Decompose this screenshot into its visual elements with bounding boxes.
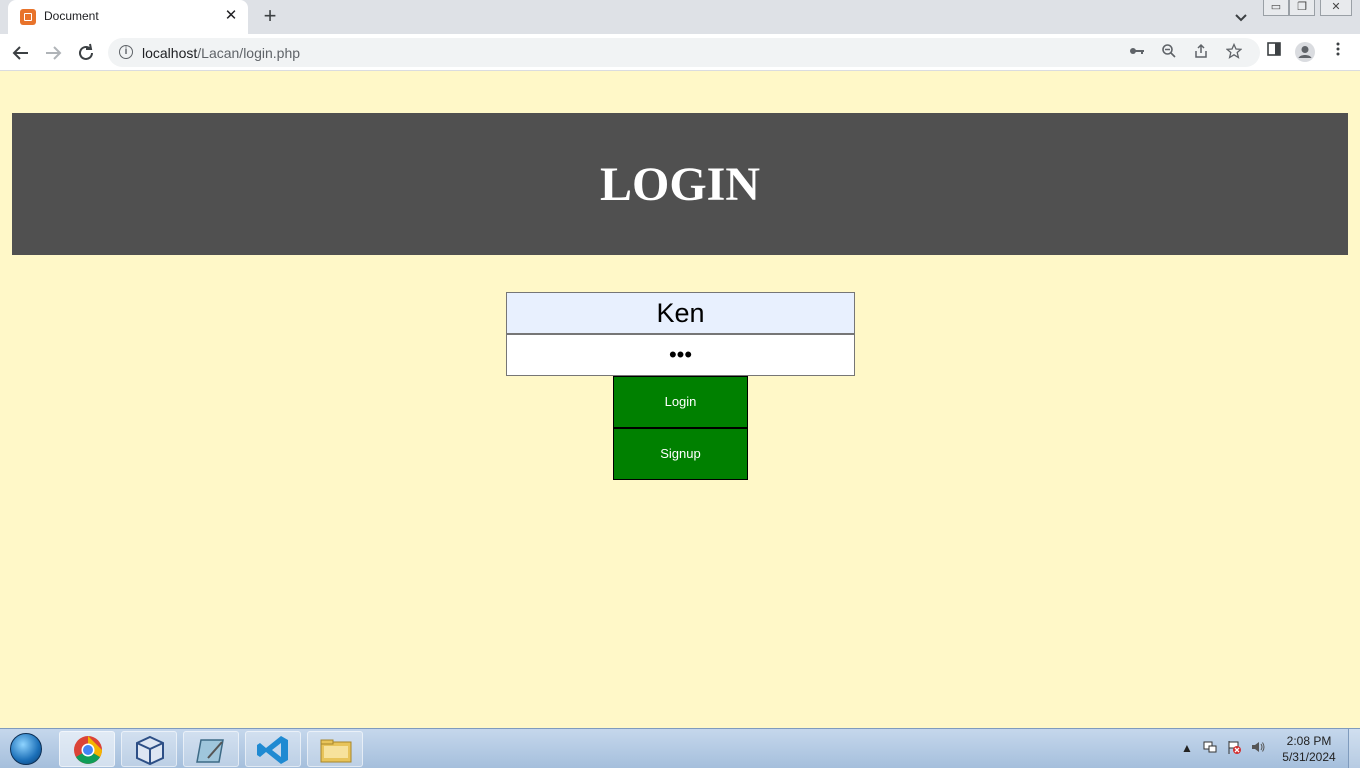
login-button[interactable]: Login <box>613 376 748 428</box>
show-desktop-button[interactable] <box>1348 729 1360 768</box>
virtualbox-taskbar-button[interactable] <box>121 731 177 767</box>
password-field[interactable] <box>506 334 855 376</box>
notepad-icon <box>196 739 224 763</box>
close-tab-icon[interactable]: ✕ <box>222 7 240 25</box>
xampp-favicon-icon <box>20 9 36 25</box>
url-host: localhost <box>142 45 198 61</box>
vscode-taskbar-button[interactable] <box>245 731 301 767</box>
minimize-icon[interactable]: ▭ <box>1263 0 1289 16</box>
restore-icon[interactable]: ❐ <box>1289 0 1315 16</box>
volume-icon[interactable] <box>1250 739 1266 757</box>
tab-strip: Document ✕ + ▭ ❐ ✕ <box>0 0 1360 34</box>
url-text[interactable]: localhost/Lacan/login.php <box>142 45 300 61</box>
show-hidden-icons-icon[interactable]: ▲ <box>1179 739 1195 757</box>
clock-time: 2:08 PM <box>1286 734 1332 748</box>
folder-icon <box>320 739 352 763</box>
box-icon <box>136 735 164 766</box>
profile-avatar-icon[interactable] <box>1293 41 1317 65</box>
reload-icon[interactable] <box>74 41 98 65</box>
chrome-icon <box>74 736 102 764</box>
start-button[interactable] <box>4 731 48 767</box>
page-title: LOGIN <box>599 158 761 211</box>
username-field[interactable] <box>506 292 855 334</box>
tab-title: Document <box>44 9 99 23</box>
tab-search-icon[interactable] <box>1230 7 1252 27</box>
username-input[interactable] <box>507 293 854 333</box>
network-icon[interactable] <box>1202 739 1218 757</box>
new-tab-button[interactable]: + <box>258 5 282 29</box>
vscode-icon <box>257 736 288 764</box>
site-info-icon[interactable]: i <box>119 45 133 59</box>
windows-logo-icon <box>10 733 42 765</box>
notepad-taskbar-button[interactable] <box>183 731 239 767</box>
bookmark-star-icon[interactable] <box>1224 42 1244 63</box>
address-bar[interactable]: i localhost/Lacan/login.php <box>108 38 1260 67</box>
explorer-taskbar-button[interactable] <box>307 731 363 767</box>
forward-icon[interactable] <box>41 41 65 65</box>
key-icon[interactable] <box>1127 43 1147 63</box>
page-header: LOGIN <box>12 113 1348 255</box>
password-input[interactable] <box>507 335 854 375</box>
back-icon[interactable] <box>9 41 33 65</box>
clock[interactable]: 2:08 PM 5/31/2024 <box>1276 733 1342 765</box>
share-icon[interactable] <box>1191 43 1211 63</box>
clock-date: 5/31/2024 <box>1282 750 1336 764</box>
action-center-icon[interactable] <box>1226 739 1242 757</box>
browser-toolbar: i localhost/Lacan/login.php <box>0 34 1360 71</box>
url-path: /Lacan/login.php <box>197 45 301 61</box>
chrome-taskbar-button[interactable] <box>59 731 115 767</box>
browser-tab[interactable]: Document ✕ <box>8 0 248 34</box>
taskbar: ▲ 2:08 PM 5/31/2024 <box>0 728 1360 768</box>
close-window-icon[interactable]: ✕ <box>1320 0 1352 16</box>
zoom-icon[interactable] <box>1159 43 1179 63</box>
signup-button[interactable]: Signup <box>613 428 748 480</box>
side-panel-icon[interactable] <box>1262 41 1286 65</box>
menu-kebab-icon[interactable] <box>1326 41 1350 65</box>
